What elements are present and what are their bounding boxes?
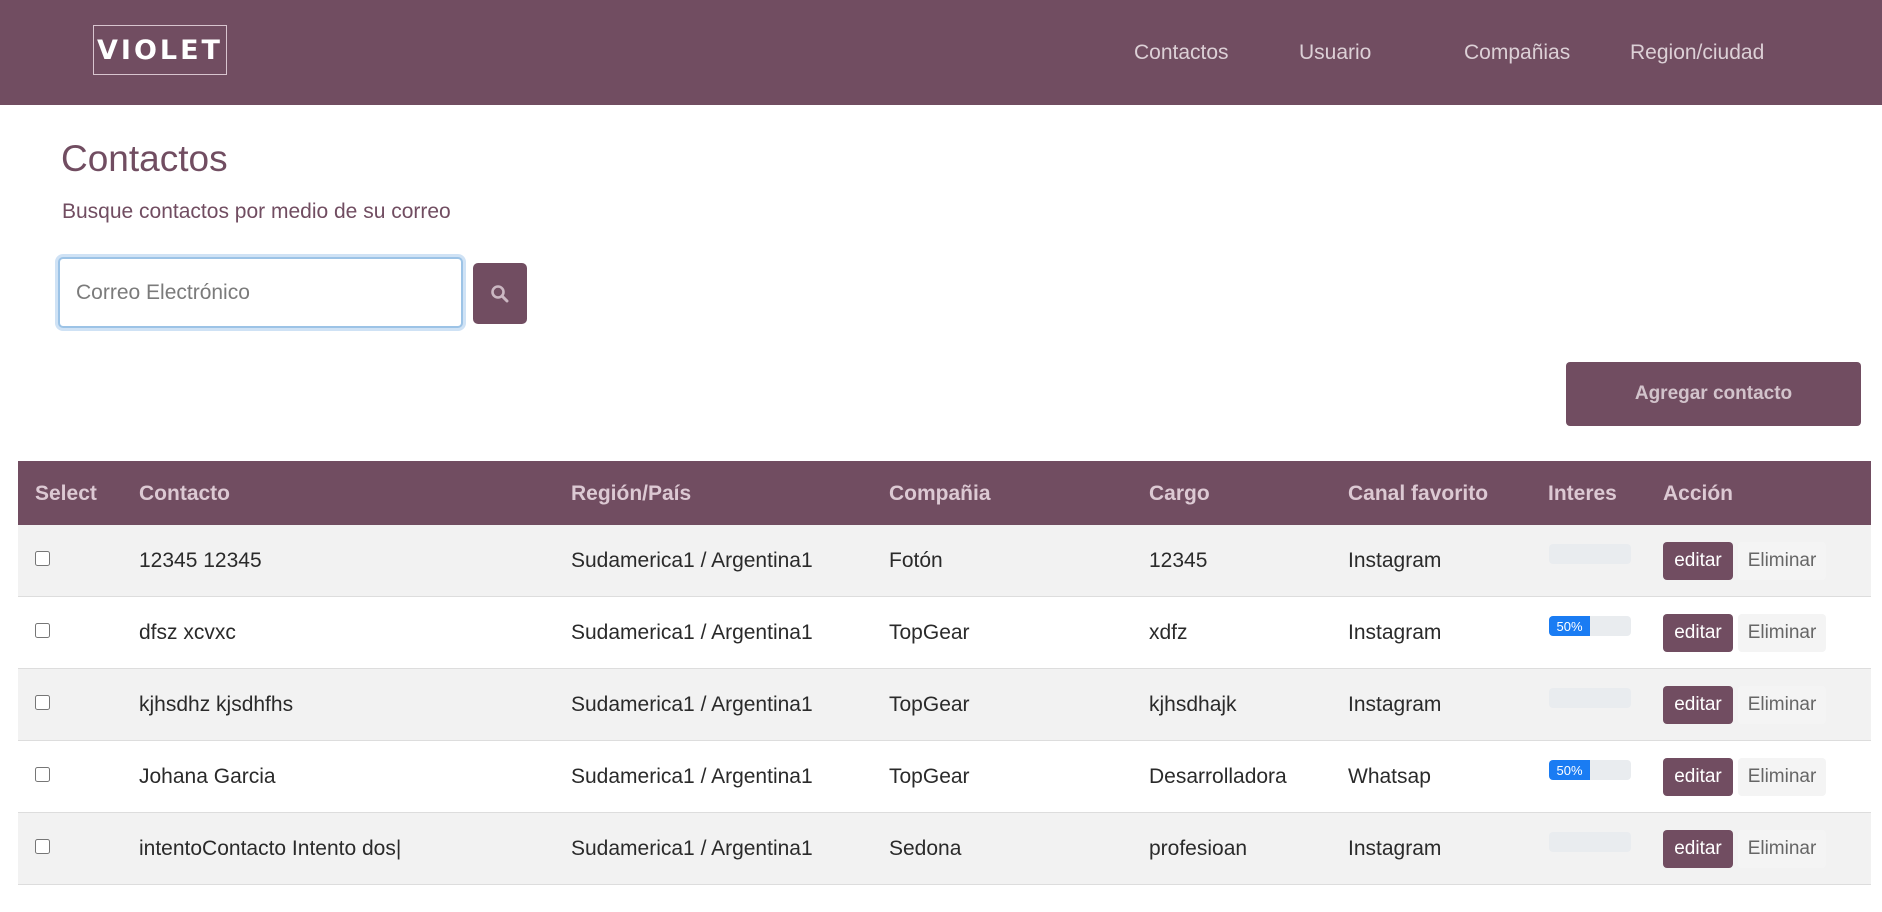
row-select-checkbox[interactable]	[35, 623, 50, 638]
navbar: VIOLET Contactos Usuario Compañias Regio…	[0, 0, 1882, 105]
contact-name: kjhsdhz kjsdhfhs	[139, 693, 294, 716]
contact-position: kjhsdhajk	[1149, 693, 1237, 716]
column-header-contacto[interactable]: Contacto	[139, 482, 230, 506]
nav-link-usuario[interactable]: Usuario	[1299, 41, 1371, 65]
column-header-canal-favorito[interactable]: Canal favorito	[1348, 482, 1488, 506]
table-row: dfsz xcvxc Sudamerica1 / Argentina1 TopG…	[18, 597, 1871, 669]
column-header-cargo[interactable]: Cargo	[1149, 482, 1210, 506]
contact-channel: Instagram	[1348, 693, 1442, 716]
table-row: Johana Garcia Sudamerica1 / Argentina1 T…	[18, 741, 1871, 813]
column-header-compania[interactable]: Compañia	[889, 482, 991, 506]
row-select-checkbox[interactable]	[35, 695, 50, 710]
delete-button[interactable]: Eliminar	[1738, 758, 1826, 796]
row-select-checkbox[interactable]	[35, 839, 50, 854]
contact-region: Sudamerica1 / Argentina1	[571, 621, 813, 644]
contact-company: Fotón	[889, 549, 943, 572]
nav-link-companias[interactable]: Compañias	[1464, 41, 1570, 65]
page-title: Contactos	[61, 138, 228, 179]
page-subtitle: Busque contactos por medio de su correo	[62, 200, 451, 223]
logo[interactable]: VIOLET	[93, 25, 227, 75]
contact-channel: Instagram	[1348, 837, 1442, 860]
contact-name: intentoContacto Intento dos|	[139, 837, 402, 860]
contact-position: Desarrolladora	[1149, 765, 1287, 788]
table-row: kjhsdhz kjsdhfhs Sudamerica1 / Argentina…	[18, 669, 1871, 741]
contact-name: Johana Garcia	[139, 765, 276, 788]
contact-region: Sudamerica1 / Argentina1	[571, 549, 813, 572]
contact-region: Sudamerica1 / Argentina1	[571, 765, 813, 788]
edit-button[interactable]: editar	[1663, 614, 1733, 652]
contact-company: Sedona	[889, 837, 962, 860]
contact-position: profesioan	[1149, 837, 1248, 860]
table-row: intentoContacto Intento dos| Sudamerica1…	[18, 813, 1871, 885]
search-icon	[491, 284, 509, 302]
contact-channel: Instagram	[1348, 621, 1442, 644]
contact-position: xdfz	[1149, 621, 1188, 644]
nav-link-contactos[interactable]: Contactos	[1134, 41, 1229, 65]
contact-position: 12345	[1149, 549, 1208, 572]
delete-button[interactable]: Eliminar	[1738, 614, 1826, 652]
table-header: Select Contacto Región/País Compañia Car…	[18, 461, 1871, 525]
email-search-input[interactable]	[58, 257, 463, 328]
contact-name: 12345 12345	[139, 549, 262, 572]
delete-button[interactable]: Eliminar	[1738, 830, 1826, 868]
delete-button[interactable]: Eliminar	[1738, 542, 1826, 580]
search-button[interactable]	[473, 263, 527, 324]
column-header-select[interactable]: Select	[35, 482, 97, 506]
column-header-interes[interactable]: Interes	[1548, 482, 1617, 506]
edit-button[interactable]: editar	[1663, 758, 1733, 796]
interest-progress-fill: 50%	[1549, 616, 1590, 636]
row-select-checkbox[interactable]	[35, 767, 50, 782]
contact-name: dfsz xcvxc	[139, 621, 236, 644]
edit-button[interactable]: editar	[1663, 542, 1733, 580]
contact-company: TopGear	[889, 621, 970, 644]
table-row: 12345 12345 Sudamerica1 / Argentina1 Fot…	[18, 525, 1871, 597]
contact-channel: Whatsap	[1348, 765, 1431, 788]
interest-progress-bar	[1549, 688, 1631, 708]
row-select-checkbox[interactable]	[35, 551, 50, 566]
interest-progress-bar: 50%	[1549, 616, 1631, 636]
interest-progress-bar	[1549, 544, 1631, 564]
edit-button[interactable]: editar	[1663, 686, 1733, 724]
column-header-region-pais[interactable]: Región/País	[571, 482, 691, 506]
add-contact-button[interactable]: Agregar contacto	[1566, 362, 1861, 426]
interest-progress-bar: 50%	[1549, 760, 1631, 780]
interest-progress-bar	[1549, 832, 1631, 852]
nav-link-region-ciudad[interactable]: Region/ciudad	[1630, 41, 1764, 65]
contact-channel: Instagram	[1348, 549, 1442, 572]
delete-button[interactable]: Eliminar	[1738, 686, 1826, 724]
column-header-accion[interactable]: Acción	[1663, 482, 1733, 506]
contact-region: Sudamerica1 / Argentina1	[571, 693, 813, 716]
interest-progress-fill: 50%	[1549, 760, 1590, 780]
contact-company: TopGear	[889, 765, 970, 788]
contact-company: TopGear	[889, 693, 970, 716]
contact-region: Sudamerica1 / Argentina1	[571, 837, 813, 860]
edit-button[interactable]: editar	[1663, 830, 1733, 868]
